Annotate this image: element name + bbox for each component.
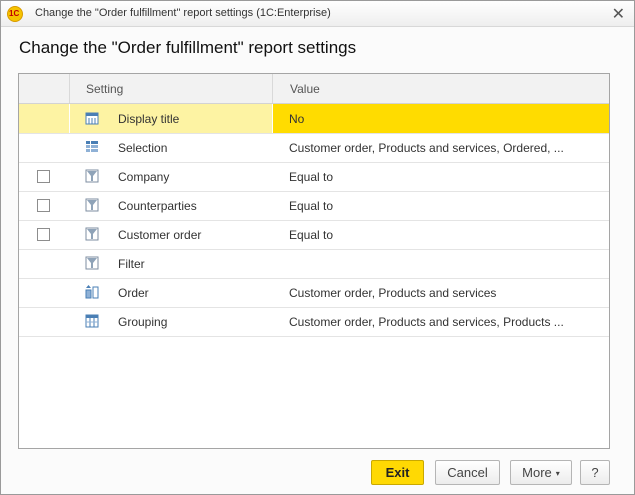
- row-setting-cell[interactable]: Filter: [70, 249, 272, 278]
- help-button[interactable]: ?: [580, 460, 610, 485]
- row-value-cell[interactable]: No: [273, 104, 609, 133]
- setting-label: Company: [118, 170, 170, 184]
- row-check-cell[interactable]: [19, 104, 69, 133]
- row-check-cell[interactable]: [19, 191, 69, 220]
- row-value-cell[interactable]: Customer order, Products and services, P…: [273, 307, 609, 336]
- more-button-label: More: [522, 465, 552, 480]
- order-icon: [85, 285, 99, 299]
- exit-button[interactable]: Exit: [371, 460, 424, 485]
- setting-value: Customer order, Products and services, O…: [289, 141, 564, 155]
- column-divider[interactable]: [272, 74, 273, 103]
- table-row[interactable]: Company Equal to: [19, 162, 609, 192]
- setting-value: Equal to: [289, 199, 334, 213]
- row-checkbox[interactable]: [37, 199, 50, 212]
- close-icon[interactable]: ✕: [612, 4, 625, 23]
- row-setting-cell[interactable]: Order: [70, 278, 272, 307]
- window-title: Change the "Order fulfillment" report se…: [35, 7, 331, 19]
- row-value-cell[interactable]: Equal to: [273, 191, 609, 220]
- setting-value: Customer order, Products and services: [289, 286, 497, 300]
- row-value-cell[interactable]: [273, 249, 609, 278]
- row-setting-cell[interactable]: Customer order: [70, 220, 272, 249]
- chevron-down-icon: ▾: [555, 469, 560, 478]
- cancel-button[interactable]: Cancel: [435, 460, 500, 485]
- setting-label: Selection: [118, 141, 168, 155]
- column-divider[interactable]: [69, 74, 70, 103]
- 1c-logo-icon: 1C: [7, 6, 23, 22]
- table-row[interactable]: Filter: [19, 249, 609, 279]
- setting-value: Equal to: [289, 228, 334, 242]
- filter-icon: [85, 169, 99, 183]
- setting-label: Customer order: [118, 228, 202, 242]
- filter-icon: [85, 227, 99, 241]
- row-setting-cell[interactable]: Grouping: [70, 307, 272, 336]
- column-header-setting[interactable]: Setting: [86, 82, 123, 96]
- table-row[interactable]: Grouping Customer order, Products and se…: [19, 307, 609, 337]
- setting-value: Customer order, Products and services, P…: [289, 315, 564, 329]
- row-check-cell[interactable]: [19, 307, 69, 336]
- row-setting-cell[interactable]: Display title: [70, 104, 272, 133]
- setting-label: Filter: [118, 257, 145, 271]
- row-value-cell[interactable]: Customer order, Products and services, O…: [273, 133, 609, 162]
- logo-text: 1C: [9, 9, 20, 18]
- settings-table: Setting Value Display title No Selection…: [18, 73, 610, 449]
- filter-icon: [85, 198, 99, 212]
- setting-label: Grouping: [118, 315, 168, 329]
- selection-icon: [86, 141, 98, 152]
- row-check-cell[interactable]: [19, 220, 69, 249]
- table-row[interactable]: Display title No: [19, 104, 609, 134]
- setting-label: Display title: [118, 112, 180, 126]
- filter-icon: [85, 256, 99, 270]
- row-check-cell[interactable]: [19, 249, 69, 278]
- table-row[interactable]: Counterparties Equal to: [19, 191, 609, 221]
- setting-label: Counterparties: [118, 199, 197, 213]
- table-row[interactable]: Customer order Equal to: [19, 220, 609, 250]
- row-value-cell[interactable]: Customer order, Products and services: [273, 278, 609, 307]
- row-value-cell[interactable]: Equal to: [273, 220, 609, 249]
- row-setting-cell[interactable]: Selection: [70, 133, 272, 162]
- row-value-cell[interactable]: Equal to: [273, 162, 609, 191]
- row-checkbox[interactable]: [37, 170, 50, 183]
- column-header-value[interactable]: Value: [290, 82, 320, 96]
- table-row[interactable]: Selection Customer order, Products and s…: [19, 133, 609, 163]
- setting-value: No: [289, 112, 305, 126]
- row-check-cell[interactable]: [19, 278, 69, 307]
- setting-label: Order: [118, 286, 149, 300]
- row-setting-cell[interactable]: Company: [70, 162, 272, 191]
- setting-value: Equal to: [289, 170, 334, 184]
- page-title: Change the "Order fulfillment" report se…: [19, 38, 357, 57]
- row-checkbox[interactable]: [37, 228, 50, 241]
- dialog-window: 1C Change the "Order fulfillment" report…: [0, 0, 635, 495]
- title-icon: [85, 112, 99, 125]
- row-setting-cell[interactable]: Counterparties: [70, 191, 272, 220]
- more-button[interactable]: More ▾: [510, 460, 572, 485]
- grouping-icon: [85, 314, 99, 328]
- row-check-cell[interactable]: [19, 162, 69, 191]
- row-check-cell[interactable]: [19, 133, 69, 162]
- table-row[interactable]: Order Customer order, Products and servi…: [19, 278, 609, 308]
- table-header: Setting Value: [19, 74, 609, 104]
- title-bar: 1C Change the "Order fulfillment" report…: [1, 1, 634, 27]
